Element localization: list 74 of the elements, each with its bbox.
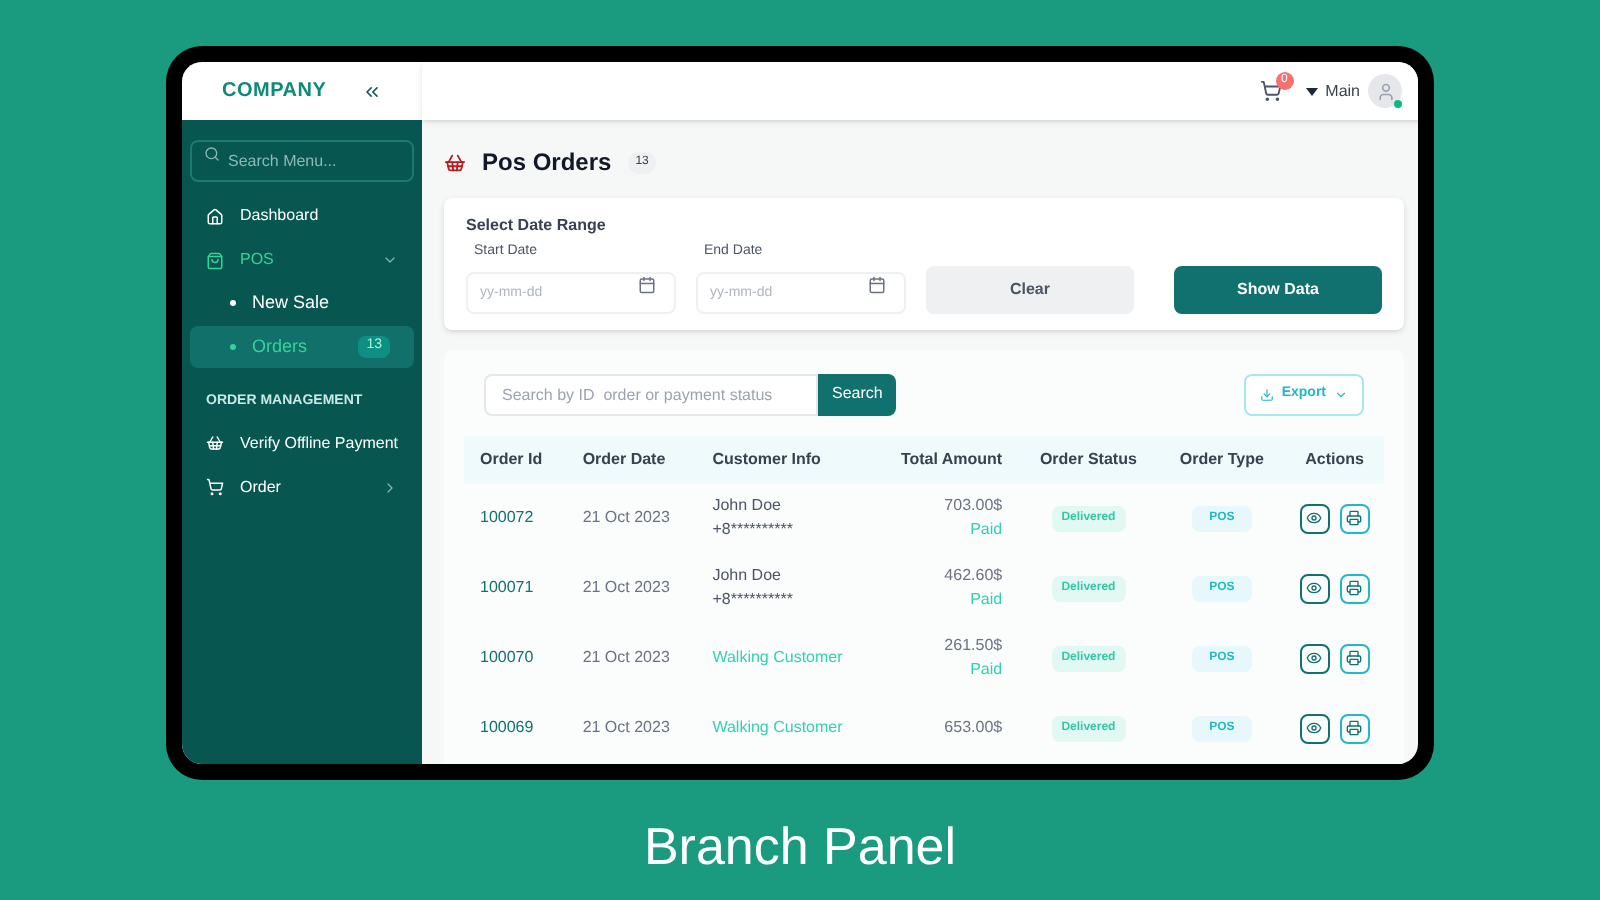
eye-icon bbox=[1306, 720, 1323, 736]
print-button[interactable] bbox=[1339, 713, 1370, 743]
customer-name: Walking Customer bbox=[712, 648, 843, 666]
order-id-link[interactable]: 100070 bbox=[464, 623, 567, 693]
view-button[interactable] bbox=[1299, 713, 1330, 743]
column-header: Customer Info bbox=[696, 435, 873, 483]
column-header: Order Id bbox=[464, 435, 567, 483]
company-logo: COMPANY bbox=[222, 78, 327, 106]
print-button[interactable] bbox=[1339, 503, 1370, 533]
printer-icon bbox=[1346, 650, 1363, 666]
view-button[interactable] bbox=[1299, 573, 1330, 603]
caption: Branch Panel bbox=[643, 814, 957, 880]
table-cell-text: 21 Oct 2023 bbox=[580, 716, 672, 740]
sidebar-item[interactable]: Dashboard bbox=[182, 194, 422, 238]
customer-name: Walking Customer bbox=[712, 718, 843, 736]
amount-text: 653.00$ bbox=[944, 716, 1003, 740]
eye-icon bbox=[1306, 650, 1323, 666]
eye-icon bbox=[1306, 510, 1323, 526]
dropdown-caret-icon bbox=[1305, 87, 1318, 95]
cart-icon bbox=[206, 478, 224, 496]
user-name[interactable]: Main bbox=[1325, 79, 1360, 103]
print-button[interactable] bbox=[1339, 643, 1370, 673]
chevron-icon bbox=[1334, 387, 1348, 401]
view-button[interactable] bbox=[1299, 503, 1330, 533]
basket-icon bbox=[444, 151, 466, 173]
column-header: Actions bbox=[1285, 435, 1384, 483]
view-button[interactable] bbox=[1299, 643, 1330, 673]
bullet-icon bbox=[230, 300, 236, 307]
order-id-link[interactable]: 100072 bbox=[464, 483, 567, 553]
sidebar-item[interactable]: Verify Offline Payment bbox=[182, 421, 422, 465]
bag-icon bbox=[206, 251, 224, 269]
order-id-link[interactable]: 100071 bbox=[464, 553, 567, 623]
submenu-item[interactable]: New Sale bbox=[190, 282, 414, 325]
amount-text: 703.00$ bbox=[944, 494, 1003, 518]
cart-icon[interactable] bbox=[1259, 80, 1282, 102]
calendar-icon bbox=[868, 275, 886, 293]
payment-status: Paid bbox=[970, 518, 1003, 542]
sidebar-item[interactable]: POS bbox=[182, 238, 422, 282]
bullet-icon bbox=[230, 343, 236, 350]
customer-name: John Doe bbox=[712, 564, 783, 588]
calendar-icon bbox=[638, 275, 656, 293]
table-cell-text: 21 Oct 2023 bbox=[580, 576, 672, 600]
printer-icon bbox=[1346, 510, 1363, 526]
page-title: Pos Orders bbox=[482, 146, 612, 180]
printer-icon bbox=[1346, 720, 1363, 736]
customer-name: John Doe bbox=[712, 494, 783, 518]
payment-status: Paid bbox=[970, 588, 1003, 612]
order-id-link[interactable]: 100069 bbox=[464, 693, 567, 763]
table-cell-text: 21 Oct 2023 bbox=[580, 646, 672, 670]
filter-title: Select Date Range bbox=[466, 214, 608, 238]
search-icon bbox=[204, 146, 220, 162]
column-header: Order Type bbox=[1158, 435, 1286, 483]
column-header: Order Status bbox=[1018, 435, 1159, 483]
clear-button[interactable]: Clear bbox=[926, 265, 1134, 313]
customer-phone: +8********** bbox=[712, 518, 795, 542]
print-button[interactable] bbox=[1339, 573, 1370, 603]
basket-icon bbox=[206, 434, 224, 452]
column-header: Order Date bbox=[566, 435, 697, 483]
payment-status: Paid bbox=[970, 658, 1003, 682]
amount-text: 261.50$ bbox=[944, 634, 1003, 658]
search-field[interactable]: Search Menu... bbox=[190, 140, 414, 182]
show-data-button[interactable]: Show Data bbox=[1174, 265, 1382, 313]
customer-phone: +8********** bbox=[712, 588, 795, 612]
amount-text: 462.60$ bbox=[944, 564, 1003, 588]
home-icon bbox=[206, 207, 224, 225]
eye-icon bbox=[1306, 580, 1323, 596]
download-icon bbox=[1259, 387, 1274, 401]
avatar-icon[interactable] bbox=[1368, 74, 1402, 108]
table-cell: 21 Oct 2023 bbox=[566, 483, 697, 553]
printer-icon bbox=[1346, 580, 1363, 596]
column-header: Total Amount bbox=[873, 435, 1019, 483]
sidebar-item[interactable]: Order bbox=[182, 465, 422, 509]
collapse-icon[interactable] bbox=[362, 81, 382, 101]
search-button[interactable]: Search bbox=[818, 373, 897, 415]
